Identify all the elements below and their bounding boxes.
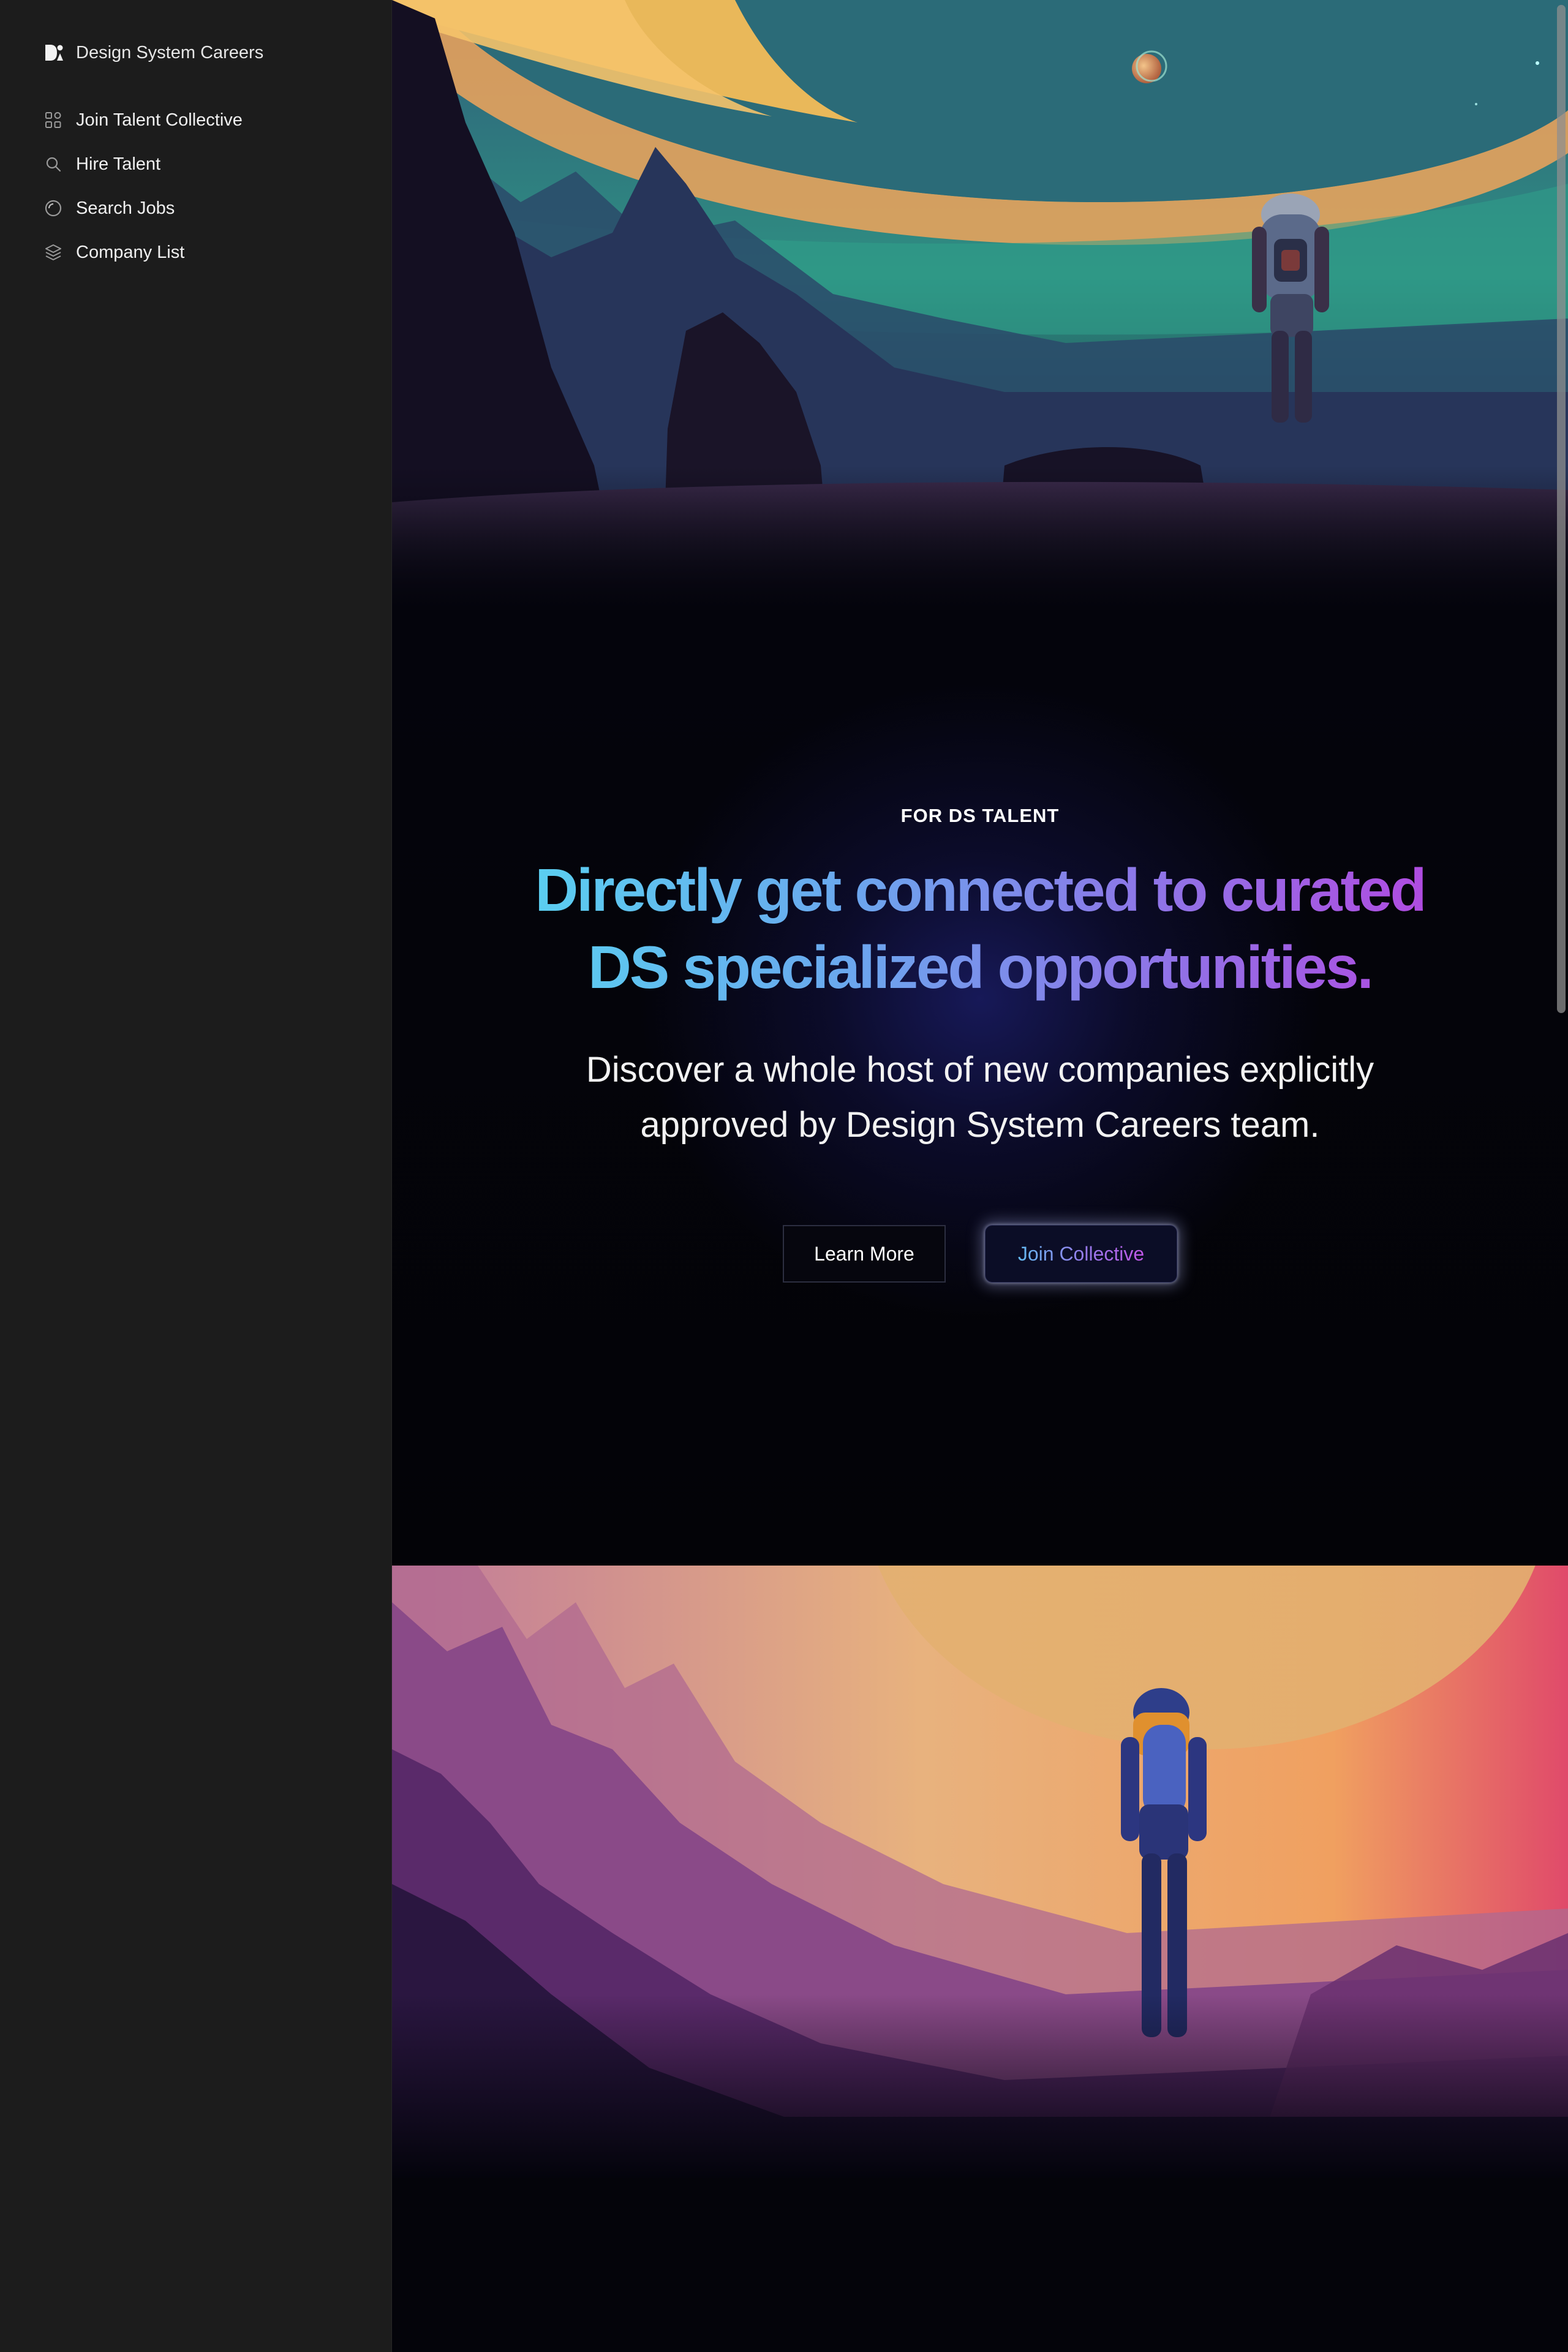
sidebar-item-label: Search Jobs: [76, 198, 175, 218]
astronaut-valley-illustration: [392, 1566, 1568, 2178]
sidebar-nav: Join Talent Collective Hire Talent Searc…: [44, 98, 363, 274]
hero-section: FOR DS TALENT Directly get connected to …: [392, 606, 1568, 1568]
search-icon: [44, 155, 62, 173]
brand-name: Design System Careers: [76, 42, 264, 62]
sidebar-item-company-list[interactable]: Company List: [44, 230, 363, 274]
circle-icon: [44, 199, 62, 217]
grid-icon: [44, 111, 62, 129]
scrollbar-thumb[interactable]: [1557, 5, 1566, 1013]
join-collective-label: Join Collective: [1017, 1242, 1145, 1265]
sidebar-item-search-jobs[interactable]: Search Jobs: [44, 186, 363, 230]
sidebar: Design System Careers Join Talent Collec…: [0, 0, 392, 2352]
layers-icon: [44, 243, 62, 262]
sidebar-item-label: Join Talent Collective: [76, 110, 243, 130]
astronaut-planet-illustration: [392, 0, 1568, 612]
sidebar-item-label: Hire Talent: [76, 154, 161, 174]
hero-image-bottom: [392, 1566, 1568, 2178]
hero-headline: Directly get connected to curated DS spe…: [521, 851, 1439, 1006]
learn-more-button[interactable]: Learn More: [783, 1225, 946, 1283]
hero-subcopy: Discover a whole host of new companies e…: [586, 1050, 1374, 1145]
sidebar-item-hire-talent[interactable]: Hire Talent: [44, 142, 363, 186]
ds-logo-icon: [45, 45, 63, 61]
sidebar-item-label: Company List: [76, 242, 185, 262]
join-collective-button[interactable]: Join Collective: [985, 1225, 1177, 1283]
sidebar-item-join-talent-collective[interactable]: Join Talent Collective: [44, 98, 363, 142]
hero-eyebrow: FOR DS TALENT: [900, 805, 1060, 826]
hero-image-top: [392, 0, 1568, 612]
brand-link[interactable]: Design System Careers: [44, 40, 263, 65]
main-content: FOR DS TALENT Directly get connected to …: [392, 0, 1568, 2352]
